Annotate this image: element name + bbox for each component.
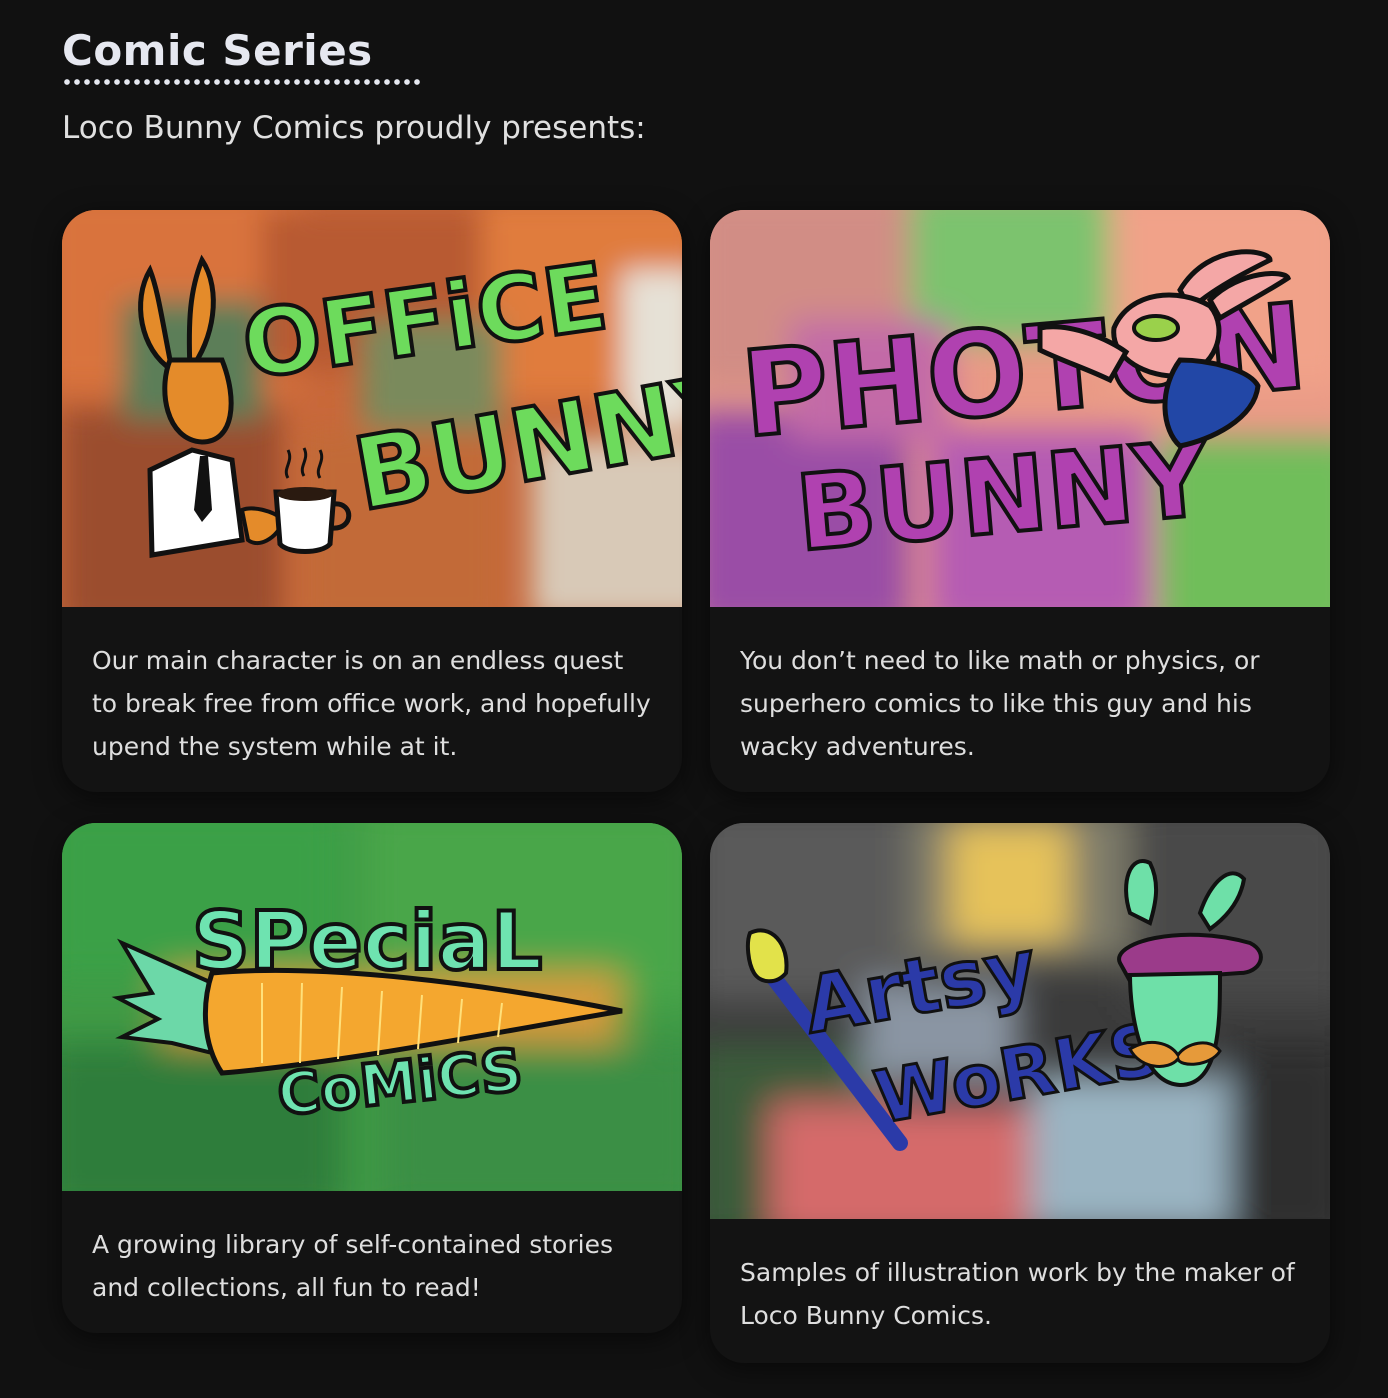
photon-bunny-description: You don’t need to like math or physics, … <box>740 646 1260 761</box>
special-comics-thumbnail[interactable]: SPeciaL CoMiCS <box>62 823 682 1191</box>
office-bunny-thumbnail[interactable]: OFFiCE BUNNY <box>62 210 682 607</box>
comic-series-page: Comic Series Loco Bunny Comics proudly p… <box>0 0 1388 1398</box>
artsy-works-thumbnail[interactable]: Artsy WoRKS <box>710 823 1330 1219</box>
photon-bunny-logo-image: PHOTON BUNNY <box>710 210 1330 607</box>
artsy-works-logo-image: Artsy WoRKS <box>710 823 1330 1219</box>
comic-card-office-bunny[interactable]: OFFiCE BUNNY Our main character is on an… <box>62 210 682 792</box>
comic-card-special-comics[interactable]: SPeciaL CoMiCS A growing library of self… <box>62 823 682 1333</box>
photon-bunny-thumbnail[interactable]: PHOTON BUNNY <box>710 210 1330 607</box>
svg-text:SPeciaL: SPeciaL <box>192 895 542 988</box>
special-comics-logo-image: SPeciaL CoMiCS <box>62 823 682 1191</box>
special-comics-description: A growing library of self-contained stor… <box>92 1230 613 1302</box>
office-bunny-logo-image: OFFiCE BUNNY <box>62 210 682 607</box>
section-title: Comic Series <box>62 26 373 75</box>
artsy-works-description: Samples of illustration work by the make… <box>740 1258 1295 1330</box>
title-dotted-underline <box>62 78 422 86</box>
comic-card-photon-bunny[interactable]: PHOTON BUNNY You don’t need to like math… <box>710 210 1330 792</box>
office-bunny-description: Our main character is on an endless ques… <box>92 646 651 761</box>
intro-text: Loco Bunny Comics proudly presents: <box>62 110 646 146</box>
comic-card-artsy-works[interactable]: Artsy WoRKS Samples of illustration work… <box>710 823 1330 1363</box>
